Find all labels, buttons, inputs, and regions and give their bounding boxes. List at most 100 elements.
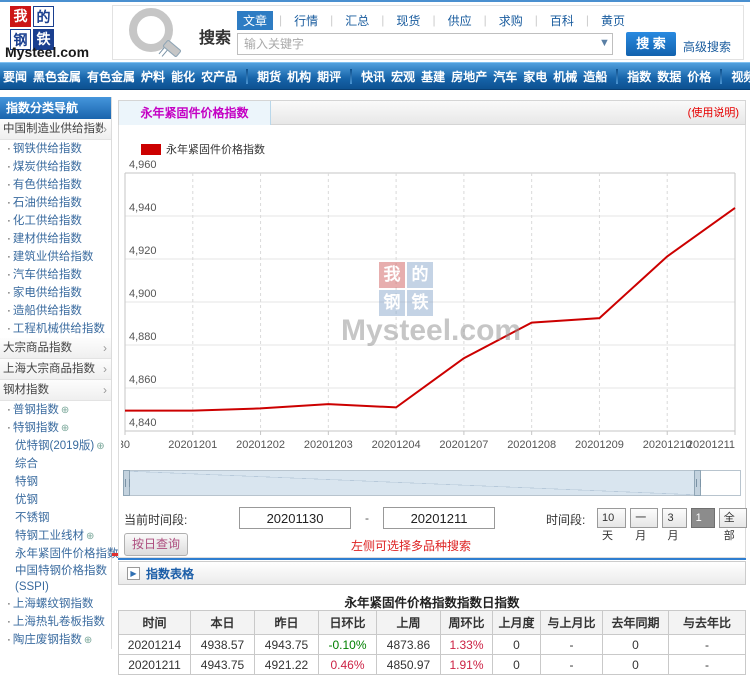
sidebar-item-label: 化工供给指数 [13, 215, 82, 227]
sidebar-item-7[interactable]: ·建筑业供给指数 [0, 248, 111, 266]
search-tab-8[interactable]: 黄页 [595, 11, 631, 30]
period-to-input[interactable] [383, 507, 495, 529]
table-header-cell: 周环比 [441, 611, 493, 635]
nav-item-宏观[interactable]: 宏观 [391, 68, 415, 85]
table-header-cell: 与去年比 [669, 611, 746, 635]
sidebar-category-0[interactable]: 中国制造业供给指数› [0, 119, 111, 140]
tab-index-name[interactable]: 永年紧固件价格指数 [119, 101, 271, 125]
sidebar-item-1[interactable]: ·钢铁供给指数 [0, 140, 111, 158]
range-slider[interactable] [123, 470, 741, 496]
sidebar-item-17[interactable]: 优特钢(2019版)⊕ [0, 437, 111, 455]
nav-item-快讯[interactable]: 快讯 [361, 68, 385, 85]
range-button-3月[interactable]: 3月 [662, 508, 686, 528]
nav-item-机构[interactable]: 机构 [287, 68, 311, 85]
sidebar-category-label: 大宗商品指数 [3, 338, 103, 359]
search-button[interactable]: 搜 索 [626, 32, 676, 56]
nav-item-农产品[interactable]: 农产品 [201, 68, 237, 85]
nav-item-造船[interactable]: 造船 [583, 68, 607, 85]
nav-item-视频[interactable]: 视频 [731, 68, 750, 85]
sidebar-category-12[interactable]: 大宗商品指数› [0, 338, 111, 359]
nav-item-价格[interactable]: 价格 [687, 68, 711, 85]
sidebar-item-16[interactable]: ·特钢指数⊕ [0, 419, 111, 437]
range-button-全部[interactable]: 全部 [719, 508, 747, 528]
sidebar-item-23[interactable]: 永年紧固件价格指数 [0, 545, 111, 563]
sidebar-item-21[interactable]: 不锈钢 [0, 509, 111, 527]
nav-item-有色金属[interactable]: 有色金属 [87, 68, 135, 85]
chevron-down-icon[interactable]: ▼ [599, 37, 610, 49]
search-tab-6[interactable]: 求购 [493, 11, 529, 30]
sidebar-item-11[interactable]: ·工程机械供给指数 [0, 320, 111, 338]
nav-item-黑色金属[interactable]: 黑色金属 [33, 68, 81, 85]
nav-item-房地产[interactable]: 房地产 [451, 68, 487, 85]
period-from-input[interactable] [239, 507, 351, 529]
search-input[interactable] [237, 33, 613, 55]
plus-icon[interactable]: ⊕ [84, 635, 92, 646]
sidebar: 指数分类导航 中国制造业供给指数›·钢铁供给指数·煤炭供给指数·有色供给指数·石… [0, 97, 112, 649]
nav-item-机械[interactable]: 机械 [553, 68, 577, 85]
sidebar-item-label: 综合 [15, 458, 38, 470]
sidebar-item-10[interactable]: ·造船供给指数 [0, 302, 111, 320]
sidebar-item-25[interactable]: ·上海螺纹钢指数 [0, 595, 111, 613]
sidebar-item-22[interactable]: 特钢工业线材⊕ [0, 527, 111, 545]
chevron-right-icon: › [103, 359, 107, 380]
advanced-search-link[interactable]: 高级搜索 [683, 38, 731, 55]
sidebar-item-27[interactable]: ·陶庄废钢指数⊕ [0, 631, 111, 649]
sidebar-item-20[interactable]: 优钢 [0, 491, 111, 509]
usage-help-link[interactable]: (使用说明) [688, 101, 739, 126]
plus-icon[interactable]: ⊕ [96, 441, 104, 452]
range-button-1年[interactable]: 1年 [691, 508, 715, 528]
plus-icon[interactable]: ⊕ [61, 423, 69, 434]
search-tab-4[interactable]: 现货 [390, 11, 426, 30]
nav-item-基建[interactable]: 基建 [421, 68, 445, 85]
expand-arrow-icon[interactable]: ▶ [127, 567, 140, 580]
sidebar-item-18[interactable]: 综合 [0, 455, 111, 473]
sidebar-item-24[interactable]: 中国特钢价格指数 (SSPI) [0, 563, 111, 595]
sidebar-item-15[interactable]: ·普钢指数⊕ [0, 401, 111, 419]
search-tab-7[interactable]: 百科 [544, 11, 580, 30]
sidebar-item-3[interactable]: ·有色供给指数 [0, 176, 111, 194]
sidebar-item-26[interactable]: ·上海热轧卷板指数 [0, 613, 111, 631]
legend-label: 永年紧固件价格指数 [166, 141, 265, 157]
range-button-10天[interactable]: 10天 [597, 508, 626, 528]
nav-item-期货[interactable]: 期货 [257, 68, 281, 85]
nav-item-要闻[interactable]: 要闻 [3, 68, 27, 85]
nav-item-指数[interactable]: 指数 [627, 68, 651, 85]
sidebar-item-8[interactable]: ·汽车供给指数 [0, 266, 111, 284]
slider-selected-region[interactable] [124, 471, 700, 495]
nav-item-炉料[interactable]: 炉料 [141, 68, 165, 85]
nav-item-期评[interactable]: 期评 [317, 68, 341, 85]
sidebar-item-label: 上海热轧卷板指数 [13, 616, 105, 628]
range-button-一月[interactable]: 一月 [630, 508, 658, 528]
sidebar-item-4[interactable]: ·石油供给指数 [0, 194, 111, 212]
sidebar-item-9[interactable]: ·家电供给指数 [0, 284, 111, 302]
range-label: 时间段: [546, 511, 585, 528]
table-section-title: 指数表格 [146, 562, 194, 586]
logo-square-1: 我 [10, 6, 31, 27]
sidebar-item-2[interactable]: ·煤炭供给指数 [0, 158, 111, 176]
search-tab-2[interactable]: 行情 [288, 11, 324, 30]
sidebar-category-13[interactable]: 上海大宗商品指数› [0, 359, 111, 380]
sidebar-item-19[interactable]: 特钢 [0, 473, 111, 491]
sidebar-category-14[interactable]: 钢材指数› [0, 380, 111, 401]
nav-item-数据[interactable]: 数据 [657, 68, 681, 85]
price-chart-svg: 4,8404,8604,8804,9004,9204,9404,96020201… [121, 158, 743, 452]
sidebar-item-label: 钢铁供给指数 [13, 143, 82, 155]
sidebar-item-6[interactable]: ·建材供给指数 [0, 230, 111, 248]
search-tab-3[interactable]: 汇总 [339, 11, 375, 30]
slider-right-handle[interactable] [694, 470, 701, 496]
search-tab-1[interactable]: 文章 [237, 11, 273, 30]
slider-left-handle[interactable] [123, 470, 130, 496]
bullet-icon: · [7, 616, 11, 628]
table-cell: 1.33% [441, 635, 493, 655]
nav-item-汽车[interactable]: 汽车 [493, 68, 517, 85]
daily-query-button[interactable]: 按日查询 [124, 533, 188, 556]
bullet-icon: · [7, 323, 11, 335]
sidebar-item-5[interactable]: ·化工供给指数 [0, 212, 111, 230]
nav-item-家电[interactable]: 家电 [523, 68, 547, 85]
plus-icon[interactable]: ⊕ [86, 531, 94, 542]
page: 我 的 钢 铁 Mysteel.com 搜索 文章|行情|汇总|现货|供应|求购… [0, 0, 750, 665]
tab-separator: | [432, 13, 435, 27]
search-tab-5[interactable]: 供应 [442, 11, 478, 30]
plus-icon[interactable]: ⊕ [61, 405, 69, 416]
nav-item-能化[interactable]: 能化 [171, 68, 195, 85]
